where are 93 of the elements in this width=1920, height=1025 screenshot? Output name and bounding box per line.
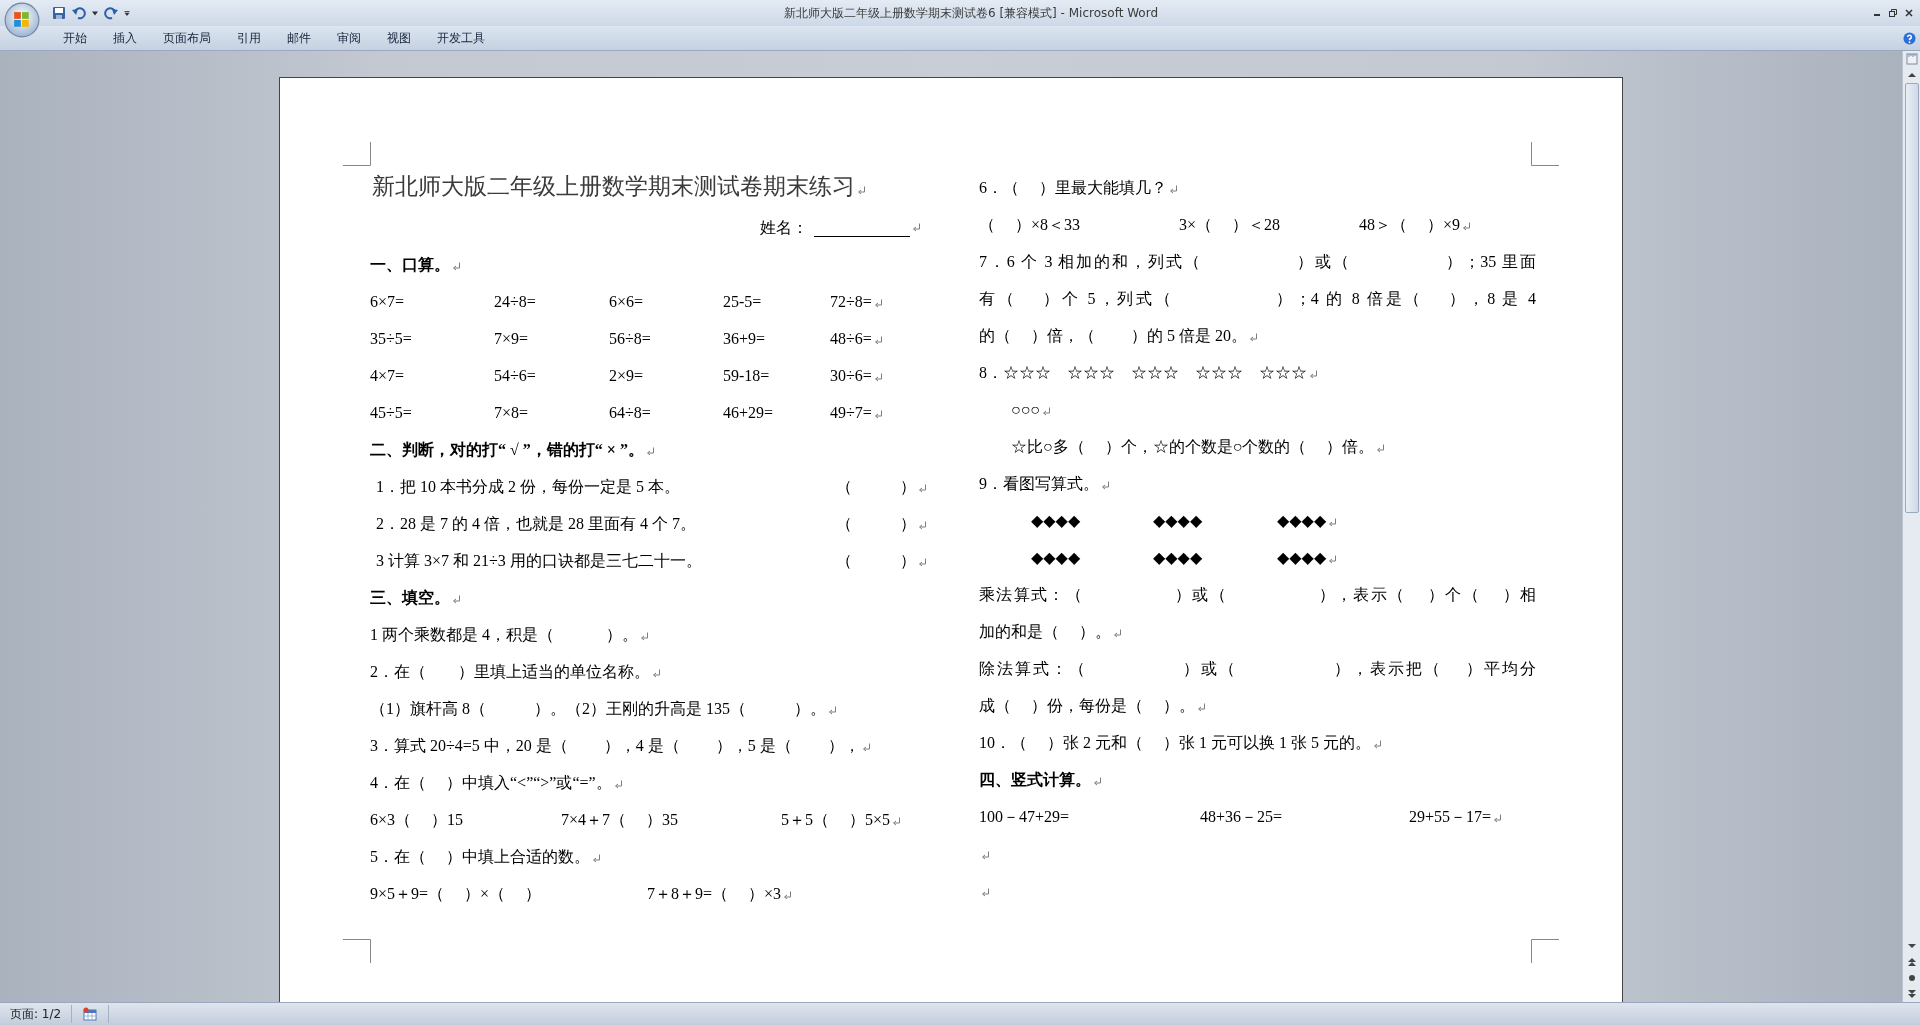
corner-mark (343, 939, 371, 963)
ribbon-tab[interactable]: 开发工具 (424, 26, 498, 50)
question-text: （1）旗杆高 8（ ）。（2）王刚的升高是 135（ ）。 (370, 700, 826, 717)
calc-item: 6×6= (609, 293, 644, 310)
undo-icon[interactable] (72, 6, 86, 20)
ribbon-tab[interactable]: 页面布局 (150, 26, 224, 50)
question-text: 乘法算式：（ ）或（ ），表示（ ）个（ ）相 (979, 585, 1536, 605)
question-text: 8．☆☆☆ ☆☆☆ ☆☆☆ ☆☆☆ ☆☆☆ (979, 364, 1307, 381)
answer-bracket: （ ） (836, 478, 916, 495)
calc-item: 35÷5= (370, 330, 412, 347)
corner-mark (1531, 939, 1559, 963)
diamond-group: ◆◆◆◆ (1153, 549, 1203, 566)
question-text: 2．在（ ）里填上适当的单位名称。 (370, 663, 650, 680)
question-text: 4．在（ ）中填入“<”“>”或“=”。 (370, 774, 612, 791)
question-text: 的（ ）倍，（ ）的 5 倍是 20。 (979, 327, 1247, 344)
calc-item: 48÷6= (830, 330, 872, 347)
fill-item: 48＞（ ）×9 (1359, 216, 1461, 233)
ribbon-tab[interactable]: 邮件 (274, 26, 324, 50)
diamond-group: ◆◆◆◆ (1153, 512, 1203, 529)
calc-item: 7×9= (494, 330, 529, 347)
question-text: 1 两个乘数都是 4，积是（ ）。 (370, 626, 638, 643)
calc-item: 2×9= (609, 367, 644, 384)
dropdown-caret-icon[interactable] (92, 10, 98, 16)
save-icon[interactable] (52, 6, 66, 20)
calc-item: 7×8= (494, 404, 529, 421)
close-icon[interactable] (1904, 8, 1914, 18)
section-heading: 三、填空。 (370, 589, 450, 606)
question-text: 成（ ）份，每份是（ ）。 (979, 697, 1195, 714)
ribbon-tab[interactable]: 视图 (374, 26, 424, 50)
calc-item: 54÷6= (494, 367, 536, 384)
calc-item: 46+29= (723, 404, 774, 421)
calc-item: 24÷8= (494, 293, 536, 310)
calc-item: 36+9= (723, 330, 766, 347)
ribbon-tab[interactable]: 审阅 (324, 26, 374, 50)
calc-item: 29+55－17= (1409, 808, 1492, 825)
question-text: 5．在（ ）中填上合适的数。 (370, 848, 590, 865)
page-count[interactable]: 页面: 1/2 (0, 1005, 72, 1023)
question-text: ☆比○多（ ）个，☆的个数是○个数的（ ）倍。 (1011, 438, 1375, 455)
name-label: 姓名： (760, 218, 808, 238)
question-text: 有（ ）个 5，列式（ ）；4 的 8 倍是（ ），8 是 4 (979, 289, 1536, 309)
calc-item: 59-18= (723, 367, 770, 384)
calc-item: 45÷5= (370, 404, 412, 421)
calc-item: 30÷6= (830, 367, 872, 384)
calc-item: 4×7= (370, 367, 405, 384)
answer-bracket: （ ） (836, 515, 916, 532)
calc-item: 25-5= (723, 293, 762, 310)
question-text: ○○○ (1011, 401, 1040, 418)
fill-item: 7＋8＋9=（ ）×3 (647, 885, 782, 902)
customize-caret-icon[interactable] (124, 10, 130, 16)
ribbon-tab[interactable]: 引用 (224, 26, 274, 50)
section-heading: 四、竖式计算。 (979, 771, 1091, 788)
compare-item: 7×4＋7（ ）35 (561, 811, 679, 828)
calc-item: 6×7= (370, 293, 405, 310)
section-heading: 二、判断，对的打“ √ ”，错的打“ × ”。 (370, 441, 644, 458)
fill-item: 3×（ ）＜28 (1179, 216, 1281, 233)
corner-mark (343, 142, 371, 166)
diamond-group: ◆◆◆◆ (1277, 549, 1327, 566)
question-text: 10．（ ）张 2 元和（ ）张 1 元可以换 1 张 5 元的。 (979, 734, 1371, 751)
calc-item: 56÷8= (609, 330, 651, 347)
section-heading: 一、口算。 (370, 256, 450, 273)
diamond-group: ◆◆◆◆ (1277, 512, 1327, 529)
vertical-scrollbar[interactable] (1902, 51, 1920, 1002)
question-text: 9．看图写算式。 (979, 475, 1099, 492)
spreadsheet-icon[interactable] (82, 1006, 99, 1022)
statement-text: 1．把 10 本书分成 2 份，每份一定是 5 本。 (376, 478, 680, 495)
document-title: 新北师大版二年级上册数学期末测试卷期末练习 (371, 174, 855, 199)
question-text: 3．算式 20÷4=5 中，20 是（ ），4 是（ ），5 是（ ）， (370, 737, 860, 754)
calc-item: 48+36－25= (1200, 808, 1283, 825)
fill-item: 9×5＋9=（ ）×（ ） (370, 885, 542, 902)
redo-icon[interactable] (104, 6, 118, 20)
diamond-group: ◆◆◆◆ (1031, 512, 1081, 529)
scrollbar-thumb[interactable] (1904, 83, 1919, 513)
ribbon-tab[interactable]: 插入 (100, 26, 150, 50)
corner-mark (1531, 142, 1559, 166)
question-text: 7．6 个 3 相加的和，列式（ ）或（ ）；35 里面 (979, 252, 1536, 272)
calc-item: 49÷7= (830, 404, 872, 421)
window-title: 新北师大版二年级上册数学期末测试卷6 [兼容模式] - Microsoft Word (782, 4, 1159, 22)
question-text: 除法算式：（ ）或（ ），表示把（ ）平均分 (979, 659, 1536, 679)
help-icon[interactable] (1903, 31, 1916, 45)
restore-icon[interactable] (1888, 8, 1898, 18)
diamond-group: ◆◆◆◆ (1031, 549, 1081, 566)
statement-text: 2．28 是 7 的 4 倍，也就是 28 里面有 4 个 7。 (376, 515, 696, 532)
calc-item: 64÷8= (609, 404, 651, 421)
answer-bracket: （ ） (836, 552, 916, 569)
question-text: 加的和是（ ）。 (979, 623, 1111, 640)
compare-item: 6×3（ ）15 (370, 811, 464, 828)
calc-item: 72÷8= (830, 293, 872, 310)
ribbon-tab[interactable]: 开始 (50, 26, 100, 50)
fill-item: （ ）×8＜33 (979, 216, 1081, 233)
statement-text: 3 计算 3×7 和 21÷3 用的口诀都是三七二十一。 (376, 552, 702, 569)
calc-item: 100－47+29= (979, 808, 1070, 825)
compare-item: 5＋5（ ）5×5 (781, 811, 891, 828)
question-text: 6．（ ）里最大能填几？ (979, 179, 1167, 196)
